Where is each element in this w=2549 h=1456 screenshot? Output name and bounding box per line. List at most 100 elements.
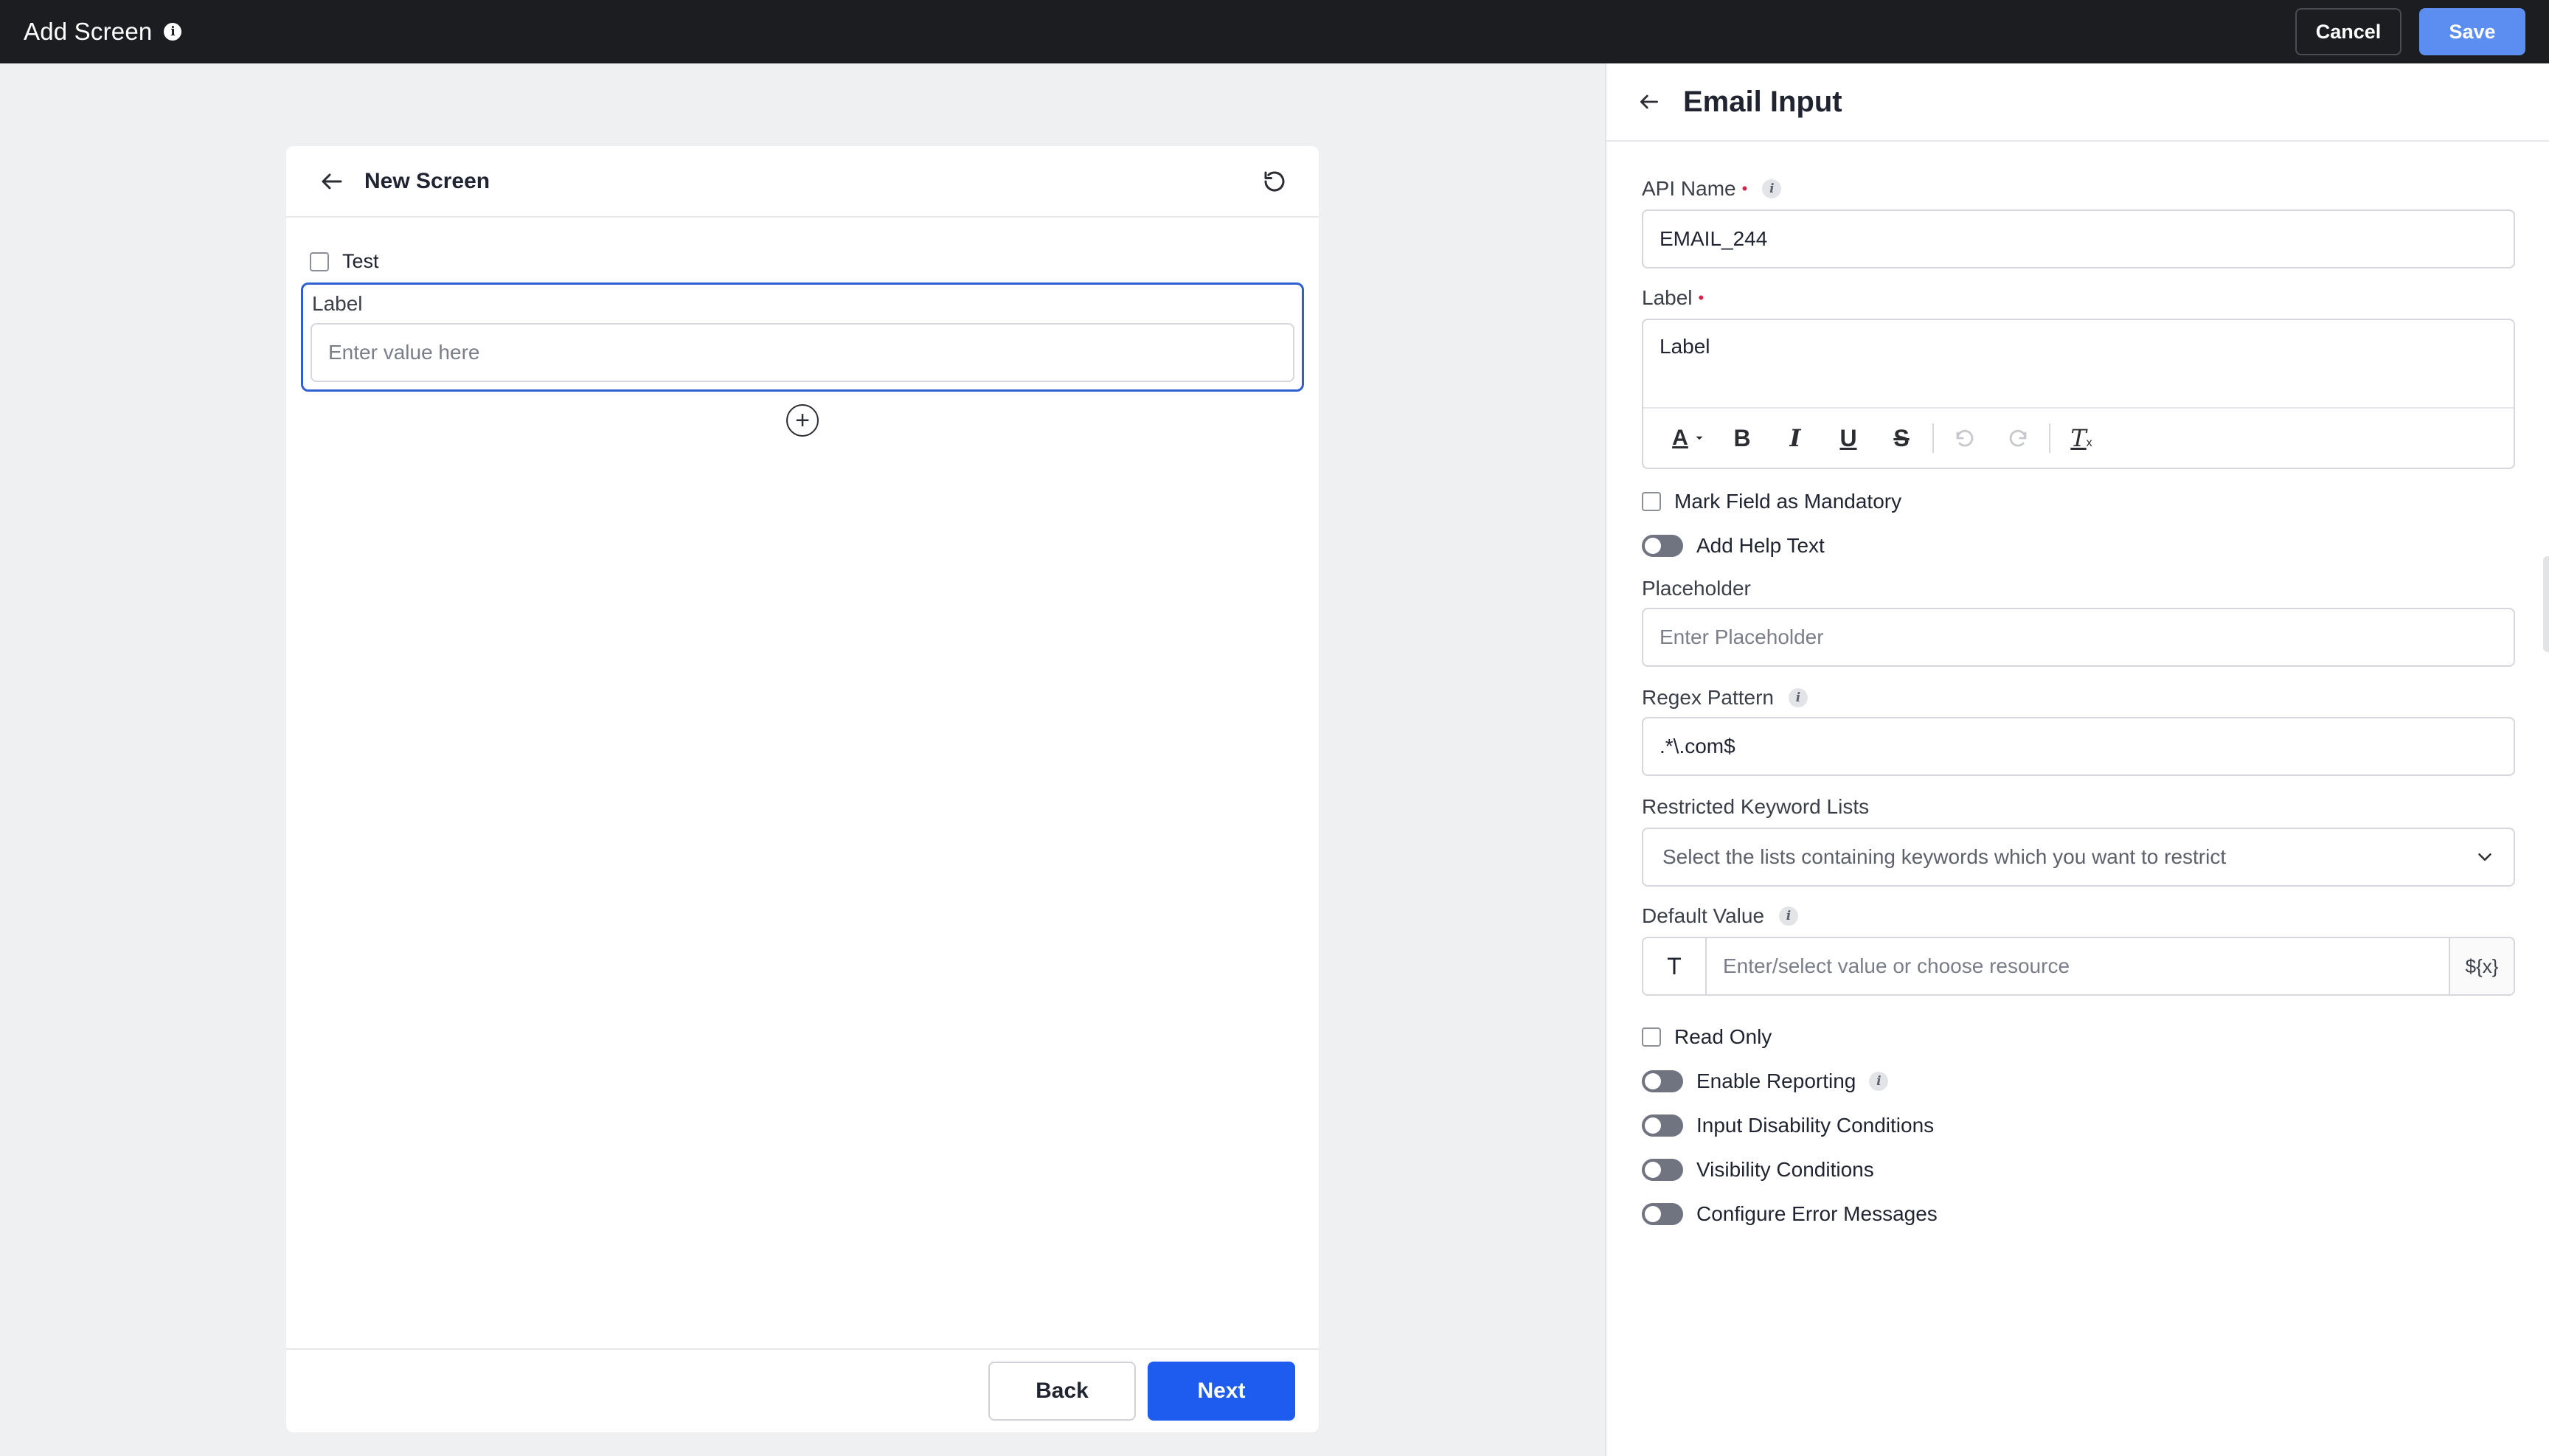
panel-title: Email Input [1683, 85, 1842, 118]
regex-label: Regex Pattern [1642, 686, 1774, 709]
keyword-list-select[interactable]: Select the lists containing keywords whi… [1642, 828, 2515, 887]
enable-reporting-toggle[interactable] [1642, 1070, 1683, 1092]
undo-icon [1956, 429, 1974, 447]
redo-icon [2009, 429, 2027, 447]
error-messages-label: Configure Error Messages [1696, 1202, 1938, 1225]
mandatory-label: Mark Field as Mandatory [1674, 490, 1902, 513]
selected-email-field[interactable]: Label Enter value here [301, 282, 1304, 392]
properties-panel: Email Input API Name • i EMAIL_244 Label… [1605, 63, 2549, 1456]
refresh-icon[interactable] [1261, 168, 1288, 195]
placeholder-input[interactable]: Enter Placeholder [1642, 608, 2515, 667]
italic-button[interactable]: I [1769, 416, 1822, 460]
underline-button[interactable]: U [1822, 416, 1875, 460]
visibility-conditions-row: Visibility Conditions [1642, 1158, 1874, 1182]
label-label-row: Label • [1642, 286, 1704, 310]
clear-x-icon: x [2086, 437, 2092, 449]
email-field-input[interactable]: Enter value here [311, 323, 1294, 382]
panel-back-arrow-icon[interactable] [1637, 90, 1661, 114]
label-editor-text[interactable]: Label [1643, 320, 2514, 409]
top-bar: Add Screen i Cancel Save [0, 0, 2549, 63]
info-icon[interactable]: i [1779, 906, 1799, 926]
info-icon[interactable]: i [1762, 179, 1782, 198]
cancel-button[interactable]: Cancel [2295, 8, 2401, 55]
input-disability-row: Input Disability Conditions [1642, 1114, 1934, 1137]
test-checkbox[interactable] [310, 252, 329, 271]
api-name-label-row: API Name • i [1642, 177, 1782, 201]
required-indicator: • [1741, 179, 1748, 198]
keyword-label: Restricted Keyword Lists [1642, 795, 1870, 818]
mandatory-checkbox[interactable] [1642, 492, 1661, 511]
help-text-toggle[interactable] [1642, 535, 1683, 557]
resource-button[interactable]: ${x} [2449, 938, 2514, 994]
top-bar-actions: Cancel Save [2295, 8, 2525, 55]
info-icon[interactable]: i [1869, 1072, 1889, 1091]
api-name-input[interactable]: EMAIL_244 [1642, 209, 2515, 268]
clear-format-button[interactable]: T x [2055, 416, 2108, 460]
redo-button[interactable] [1991, 416, 2045, 460]
panel-edge-handle[interactable] [2543, 556, 2549, 652]
undo-button[interactable] [1938, 416, 1991, 460]
input-disability-label: Input Disability Conditions [1696, 1114, 1935, 1137]
toolbar-divider [1932, 423, 1934, 453]
read-only-label: Read Only [1674, 1025, 1772, 1048]
help-text-row: Add Help Text [1642, 534, 1825, 558]
keyword-select-placeholder: Select the lists containing keywords whi… [1662, 845, 2227, 868]
enable-reporting-row: Enable Reporting i [1642, 1070, 1889, 1093]
screen-header-left: New Screen [319, 168, 490, 195]
strikethrough-icon: S [1893, 424, 1910, 451]
screen-canvas: New Screen Test Label Enter value here +… [0, 63, 1605, 1456]
plus-icon: + [795, 406, 810, 434]
text-color-icon: A [1672, 426, 1688, 450]
underline-icon: U [1839, 424, 1857, 451]
default-value-label: Default Value [1642, 904, 1765, 927]
test-checkbox-row: Test [310, 250, 379, 273]
info-icon[interactable]: i [164, 23, 182, 41]
regex-input[interactable]: .*\.com$ [1642, 717, 2515, 776]
default-value-field: T Enter/select value or choose resource … [1642, 937, 2515, 996]
input-disability-toggle[interactable] [1642, 1114, 1683, 1137]
enable-reporting-label: Enable Reporting [1696, 1070, 1856, 1092]
chevron-down-icon [1696, 436, 1703, 440]
error-messages-row: Configure Error Messages [1642, 1202, 1938, 1226]
bold-icon: B [1733, 424, 1751, 451]
visibility-conditions-toggle[interactable] [1642, 1159, 1683, 1181]
next-button[interactable]: Next [1148, 1362, 1295, 1421]
strikethrough-button[interactable]: S [1875, 416, 1928, 460]
read-only-checkbox[interactable] [1642, 1027, 1661, 1047]
api-name-label: API Name [1642, 177, 1736, 200]
info-icon[interactable]: i [1789, 688, 1808, 707]
panel-header: Email Input [1606, 63, 2549, 142]
default-value-input[interactable]: Enter/select value or choose resource [1707, 938, 2449, 994]
clear-format-icon: T [2070, 424, 2087, 452]
screen-header: New Screen [286, 146, 1319, 218]
label-rich-text-editor: Label A B I U S T x [1642, 319, 2515, 469]
mandatory-row: Mark Field as Mandatory [1642, 490, 1901, 513]
back-arrow-icon[interactable] [319, 168, 345, 195]
bold-button[interactable]: B [1716, 416, 1769, 460]
error-messages-toggle[interactable] [1642, 1203, 1683, 1225]
screen-footer: Back Next [286, 1348, 1319, 1432]
top-bar-left: Add Screen i [24, 18, 182, 46]
regex-label-row: Regex Pattern i [1642, 686, 1808, 710]
save-button[interactable]: Save [2419, 8, 2525, 55]
label-field-label: Label [1642, 286, 1693, 309]
page-title: Add Screen [24, 18, 153, 45]
back-button[interactable]: Back [988, 1362, 1136, 1421]
screen-preview-card: New Screen Test Label Enter value here +… [286, 146, 1319, 1432]
add-component-button[interactable]: + [786, 404, 819, 437]
screen-title: New Screen [364, 168, 490, 193]
default-value-label-row: Default Value i [1642, 904, 1799, 928]
read-only-row: Read Only [1642, 1025, 1772, 1049]
placeholder-label-row: Placeholder [1642, 577, 1751, 600]
italic-icon: I [1789, 424, 1801, 452]
required-indicator: • [1698, 288, 1704, 307]
keyword-label-row: Restricted Keyword Lists [1642, 795, 1869, 819]
placeholder-label: Placeholder [1642, 577, 1751, 600]
rich-text-toolbar: A B I U S T x [1643, 409, 2514, 468]
text-color-button[interactable]: A [1662, 416, 1716, 460]
test-checkbox-label: Test [342, 250, 379, 272]
help-text-label: Add Help Text [1696, 534, 1825, 557]
visibility-conditions-label: Visibility Conditions [1696, 1158, 1874, 1181]
email-field-label: Label [312, 292, 363, 315]
value-type-button[interactable]: T [1643, 938, 1707, 994]
